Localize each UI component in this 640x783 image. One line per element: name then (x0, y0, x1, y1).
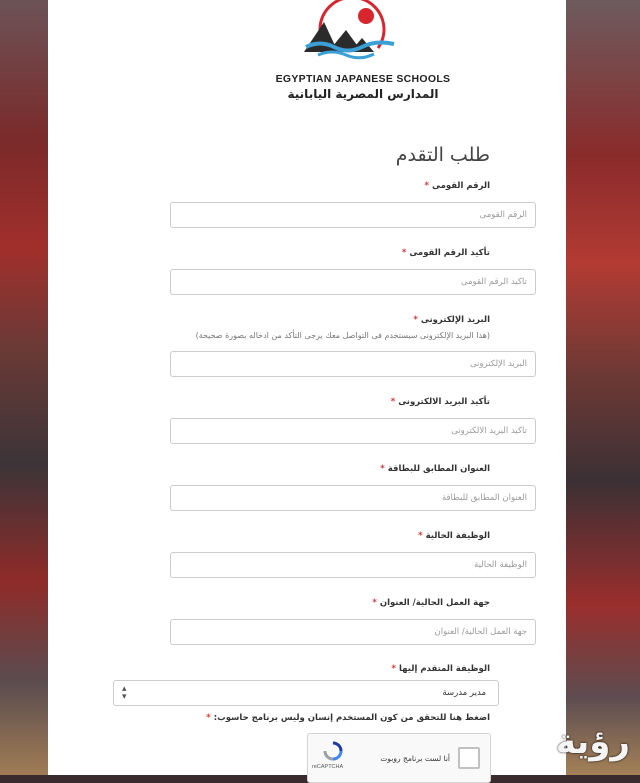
workplace-input[interactable] (170, 619, 536, 645)
required-marker: * (391, 664, 396, 674)
address-input[interactable] (170, 485, 536, 511)
captcha-label: اضغط هنا للتحقق من كون المستخدم إنسان ول… (206, 713, 490, 723)
email-input[interactable] (170, 351, 536, 377)
applied-job-selected-value: مدير مدرسة (442, 688, 486, 698)
current-job-label-text: الوظيفة الحالية (425, 531, 490, 541)
current-job-label: الوظيفة الحالية* (418, 531, 490, 541)
recaptcha-checkbox[interactable] (458, 747, 480, 769)
national-id-label-text: الرقم القومى (432, 181, 490, 191)
required-marker: * (206, 713, 211, 723)
logo-english-name: EGYPTIAN JAPANESE SCHOOLS (275, 73, 451, 85)
national-id-confirm-label-text: تأكيد الرقم القومى (409, 248, 490, 258)
applied-job-select[interactable]: مدير مدرسة ▴ ▾ (113, 680, 499, 706)
national-id-confirm-label: تأكيد الرقم القومى* (402, 248, 490, 258)
school-logo: EGYPTIAN JAPANESE SCHOOLS المدارس المصري… (248, 0, 458, 110)
pyramids-sun-logo-icon (304, 0, 395, 60)
email-hint: (هذا البريد الإلكترونى سيستخدم فى التواص… (195, 331, 490, 340)
national-id-confirm-input[interactable] (170, 269, 536, 295)
background-left (0, 0, 48, 775)
required-marker: * (372, 598, 377, 608)
form-title: طلب التقدم (395, 144, 490, 166)
recaptcha-brand: reCAPTCHA (312, 764, 344, 770)
email-label: البريد الإلكترونى* (413, 315, 490, 325)
recaptcha-checkbox-text: أنا لست برنامج روبوت (380, 754, 450, 763)
email-confirm-label: تأكيد البريد الالكترونى* (391, 397, 490, 407)
workplace-label-text: جهة العمل الحالية/ العنوان (379, 598, 490, 608)
background-right (566, 0, 640, 775)
required-marker: * (390, 397, 396, 407)
watermark-logo: رؤية (555, 722, 630, 762)
current-job-input[interactable] (170, 552, 536, 578)
email-confirm-input[interactable] (170, 418, 536, 444)
email-label-text: البريد الإلكترونى (420, 315, 490, 325)
select-arrows-icon: ▴ ▾ (122, 684, 127, 702)
required-marker: * (401, 248, 407, 258)
required-marker: * (380, 464, 385, 474)
required-marker: * (413, 315, 418, 325)
form-card: EGYPTIAN JAPANESE SCHOOLS المدارس المصري… (48, 0, 566, 783)
captcha-label-text: اضغط هنا للتحقق من كون المستخدم إنسان ول… (213, 713, 490, 723)
applied-job-label: الوظيفة المتقدم إليها* (392, 664, 490, 674)
recaptcha-logo-icon (318, 741, 348, 765)
email-confirm-label-text: تأكيد البريد الالكترونى (398, 397, 490, 407)
applied-job-label-text: الوظيفة المتقدم إليها (398, 664, 490, 674)
required-marker: * (418, 531, 423, 541)
logo-arabic-name: المدارس المصرية اليابانية (287, 87, 439, 101)
required-marker: * (424, 181, 429, 191)
workplace-label: جهة العمل الحالية/ العنوان* (372, 598, 490, 608)
address-label-text: العنوان المطابق للبطاقة (387, 464, 490, 474)
national-id-input[interactable] (170, 202, 536, 228)
address-label: العنوان المطابق للبطاقة* (380, 464, 490, 474)
national-id-label: الرقم القومى* (425, 181, 490, 191)
recaptcha-widget: أنا لست برنامج روبوت reCAPTCHA (307, 733, 491, 783)
